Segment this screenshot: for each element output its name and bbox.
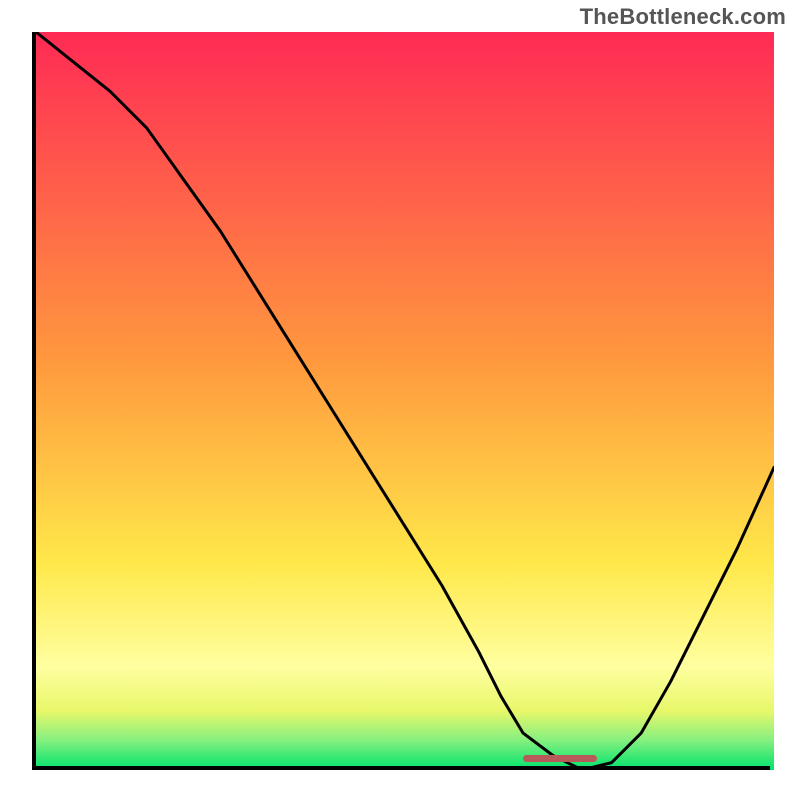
watermark-text: TheBottleneck.com xyxy=(580,4,786,30)
chart-container: TheBottleneck.com xyxy=(0,0,800,800)
plot-background xyxy=(36,32,774,770)
optimal-range-marker xyxy=(523,755,597,762)
plot-area xyxy=(32,32,770,770)
